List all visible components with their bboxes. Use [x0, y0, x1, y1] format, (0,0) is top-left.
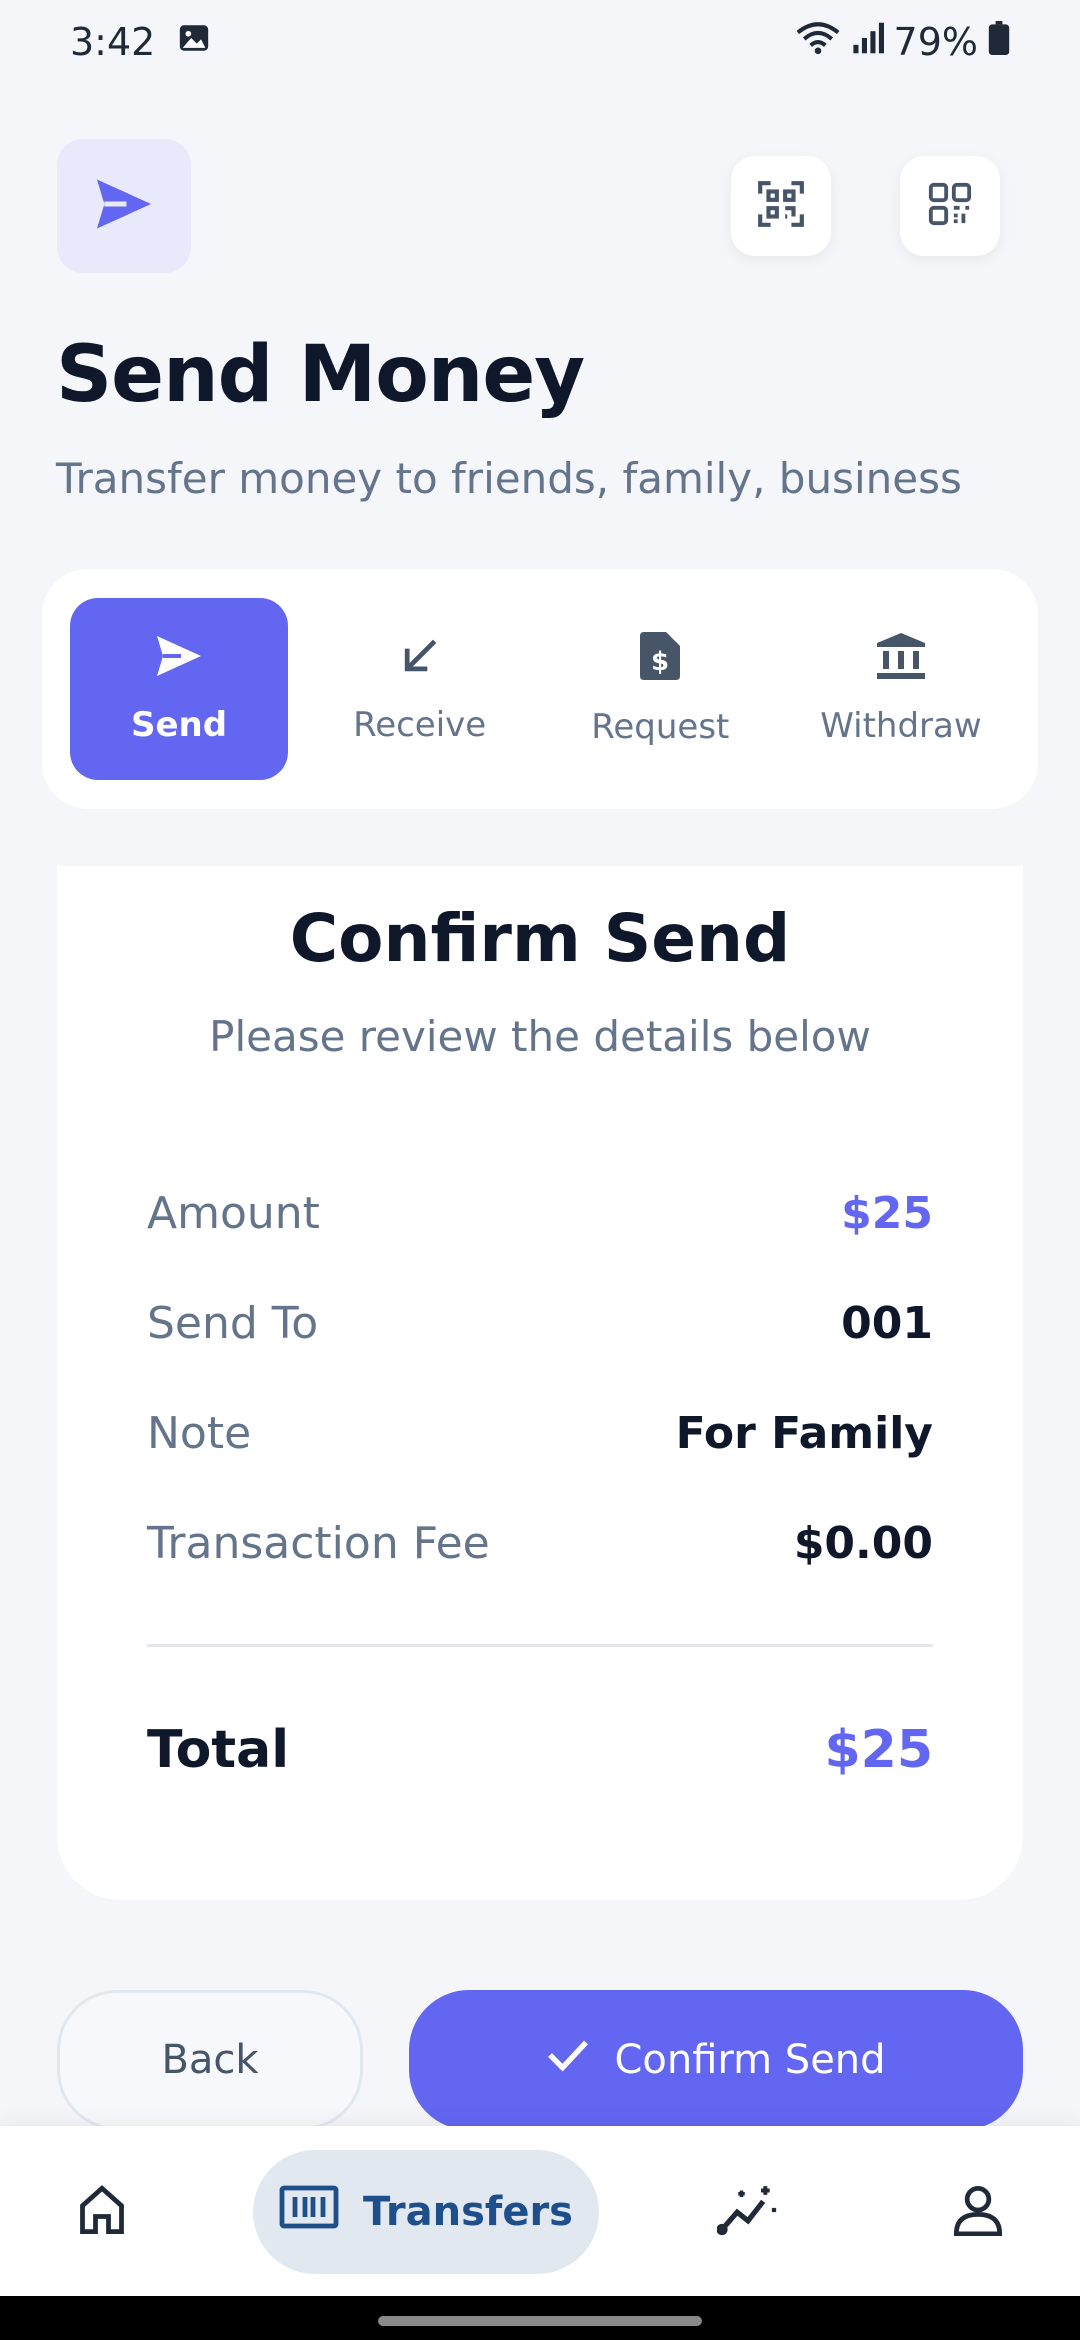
receive-arrow-icon [398, 634, 442, 687]
svg-text:$: $ [651, 647, 669, 677]
send-to-value: 001 [841, 1298, 933, 1349]
fee-value: $0.00 [793, 1518, 933, 1569]
tab-send[interactable]: Send [70, 598, 288, 780]
profile-icon [952, 2184, 1004, 2240]
status-right: 79% [796, 20, 1010, 64]
total-value: $25 [824, 1720, 933, 1780]
battery-icon [988, 20, 1010, 64]
amount-label: Amount [147, 1188, 320, 1239]
status-time: 3:42 [70, 20, 156, 64]
note-value: For Family [675, 1408, 933, 1459]
confirm-subtitle: Please review the details below [209, 1012, 871, 1061]
confirm-card: Confirm Send Please review the details b… [57, 866, 1023, 1900]
nav-home[interactable] [44, 2150, 160, 2274]
send-to-label: Send To [147, 1298, 319, 1349]
tab-send-label: Send [130, 704, 228, 745]
check-icon [546, 2037, 590, 2083]
bottom-nav: Transfers [0, 2126, 1080, 2296]
qr-scan-icon [756, 179, 806, 233]
nav-transfers[interactable]: Transfers [253, 2150, 599, 2274]
home-icon [76, 2184, 128, 2240]
bank-icon [876, 632, 925, 688]
detail-row-fee: Transaction Fee $0.00 [147, 1518, 933, 1569]
page-title: Send Money [56, 330, 585, 420]
note-label: Note [147, 1408, 252, 1459]
tab-withdraw-label: Withdraw [820, 705, 982, 746]
scan-qr-button[interactable] [731, 156, 831, 256]
tab-receive-label: Receive [353, 704, 487, 745]
divider [147, 1644, 933, 1647]
amount-value: $25 [841, 1188, 933, 1239]
confirm-title: Confirm Send [289, 900, 791, 977]
confirm-button-label: Confirm Send [614, 2037, 886, 2083]
tab-receive[interactable]: Receive [311, 598, 529, 780]
send-logo [57, 139, 191, 273]
gallery-notification-icon [177, 20, 211, 64]
nav-transfers-label: Transfers [363, 2189, 573, 2235]
back-button[interactable]: Back [57, 1990, 363, 2130]
page-subtitle: Transfer money to friends, family, busin… [56, 454, 962, 503]
fee-label: Transaction Fee [147, 1518, 490, 1569]
send-icon [94, 177, 154, 235]
battery-percent: 79% [893, 20, 978, 64]
nav-profile[interactable] [920, 2150, 1036, 2274]
tab-request-label: Request [591, 706, 730, 747]
detail-row-send-to: Send To 001 [147, 1298, 933, 1349]
status-left: 3:42 [70, 20, 211, 64]
signal-icon [850, 20, 884, 64]
detail-row-note: Note For Family [147, 1408, 933, 1459]
analytics-icon [716, 2184, 779, 2240]
total-row: Total $25 [147, 1720, 933, 1780]
transfers-icon [279, 2184, 339, 2240]
back-button-label: Back [161, 2037, 259, 2083]
detail-row-amount: Amount $25 [147, 1188, 933, 1239]
nav-analytics[interactable] [690, 2150, 806, 2274]
show-qr-button[interactable] [900, 156, 1000, 256]
wifi-icon [796, 20, 840, 64]
home-indicator[interactable] [378, 2316, 702, 2326]
tab-withdraw[interactable]: Withdraw [792, 598, 1010, 780]
invoice-icon: $ [640, 631, 681, 689]
send-icon [154, 634, 204, 687]
total-label: Total [147, 1720, 290, 1780]
status-bar: 3:42 79% [0, 0, 1080, 84]
qr-code-icon [927, 181, 973, 231]
confirm-send-button[interactable]: Confirm Send [409, 1990, 1023, 2130]
tab-request[interactable]: $ Request [551, 598, 769, 780]
action-tabs: Send Receive $ Request Withdraw [42, 569, 1038, 809]
